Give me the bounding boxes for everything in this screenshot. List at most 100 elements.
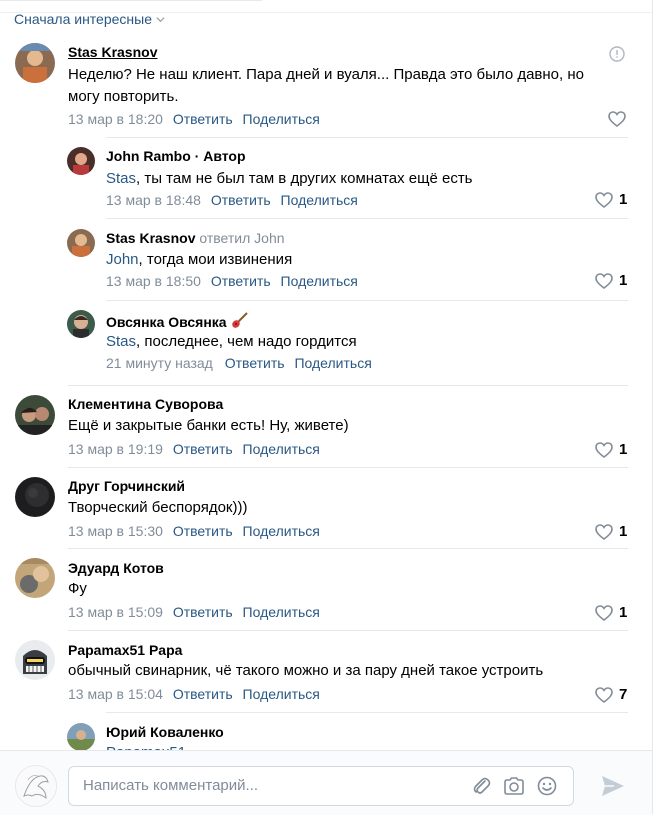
heart-icon — [608, 111, 626, 127]
like-button[interactable]: 1 — [595, 523, 627, 540]
like-button[interactable]: 1 — [595, 604, 627, 621]
avatar[interactable] — [67, 229, 95, 257]
comment-author[interactable]: Эдуард Котов — [68, 560, 164, 576]
comment-author[interactable]: Stas Krasnov — [68, 44, 157, 60]
avatar[interactable] — [15, 640, 55, 680]
heart-icon — [595, 523, 613, 540]
report-icon[interactable] — [609, 46, 625, 62]
comment-composer: Написать комментарий... — [0, 750, 652, 815]
reply-button[interactable]: Ответить — [173, 111, 233, 127]
comment-text: John, тогда мои извинения — [106, 251, 293, 268]
like-button[interactable]: 1 — [595, 272, 627, 289]
share-button[interactable]: Поделиться — [281, 273, 358, 289]
comment-author[interactable]: Друг Горчинский — [68, 478, 185, 494]
chevron-down-icon — [156, 16, 165, 22]
sort-dropdown[interactable]: Сначала интересные — [14, 11, 165, 27]
comment-time[interactable]: 21 минуту назад — [106, 355, 213, 371]
comment-time[interactable]: 13 мар в 15:09 — [68, 604, 163, 620]
share-button[interactable]: Поделиться — [294, 355, 371, 371]
emoji-icon[interactable] — [537, 776, 557, 796]
comment-author[interactable]: Овсянка Овсянка — [106, 311, 249, 330]
heart-icon — [595, 604, 613, 621]
reply-button[interactable]: Ответить — [173, 686, 233, 702]
heart-icon — [595, 191, 613, 208]
reply-button[interactable]: Ответить — [173, 604, 233, 620]
like-button[interactable]: 1 — [595, 191, 627, 208]
comment-meta: 13 мар в 18:50 Ответить Поделиться — [106, 273, 358, 289]
heart-icon — [595, 441, 613, 458]
comment-meta: 13 мар в 18:48 Ответить Поделиться — [106, 192, 358, 208]
avatar[interactable] — [67, 147, 95, 175]
panel-edge — [652, 0, 653, 814]
like-button[interactable] — [608, 111, 626, 127]
share-button[interactable]: Поделиться — [243, 686, 320, 702]
avatar[interactable] — [15, 395, 55, 435]
comment-author[interactable]: Stas Krasnov ответил John — [106, 230, 285, 246]
comment-author[interactable]: Юрий Коваленко — [106, 724, 224, 740]
mention-link[interactable]: Stas — [106, 170, 136, 187]
comment-divider — [68, 385, 628, 386]
comment-text: обычный свинарник, чё такого можно и за … — [68, 662, 544, 679]
reply-button[interactable]: Ответить — [173, 441, 233, 457]
share-button[interactable]: Поделиться — [281, 192, 358, 208]
reply-button[interactable]: Ответить — [211, 192, 271, 208]
like-count: 1 — [619, 272, 628, 289]
comment-time[interactable]: 13 мар в 18:20 — [68, 111, 163, 127]
avatar[interactable] — [15, 558, 55, 598]
comment-divider — [106, 712, 628, 713]
comment-divider — [106, 218, 628, 219]
comment-divider — [68, 630, 628, 631]
comment-divider — [68, 467, 628, 468]
comment-input[interactable]: Написать комментарий... — [68, 766, 574, 806]
comment-time[interactable]: 13 мар в 19:19 — [68, 441, 163, 457]
reply-button[interactable]: Ответить — [173, 523, 233, 539]
comment-text: Творческий беспорядок))) — [68, 499, 248, 516]
reply-button[interactable]: Ответить — [211, 273, 271, 289]
share-button[interactable]: Поделиться — [243, 111, 320, 127]
avatar[interactable] — [67, 310, 95, 338]
comment-time[interactable]: 13 мар в 15:04 — [68, 686, 163, 702]
top-divider — [0, 0, 262, 1]
like-count: 7 — [619, 686, 628, 703]
sort-label: Сначала интересные — [14, 11, 152, 27]
avatar[interactable] — [15, 43, 55, 83]
comment-meta: 13 мар в 15:04 Ответить Поделиться — [68, 686, 320, 702]
comment-time[interactable]: 13 мар в 18:48 — [106, 192, 201, 208]
share-button[interactable]: Поделиться — [243, 604, 320, 620]
reply-button[interactable]: Ответить — [225, 355, 285, 371]
comment-text: Stas, последнее, чем надо гордится — [106, 333, 357, 350]
camera-icon[interactable] — [503, 776, 525, 796]
like-count: 1 — [619, 191, 628, 208]
like-button[interactable]: 7 — [595, 686, 627, 703]
comment-author[interactable]: Клементина Суворова — [68, 396, 223, 412]
comment-text: Ещё и закрытые банки есть! Ну, живете) — [68, 417, 349, 434]
comment-author[interactable]: John Rambo · Автор — [106, 148, 246, 164]
share-button[interactable]: Поделиться — [243, 523, 320, 539]
like-count: 1 — [619, 604, 628, 621]
replied-to[interactable]: ответил John — [195, 230, 284, 246]
heart-icon — [595, 272, 613, 289]
comment-text: Stas, ты там не был там в других комната… — [106, 170, 473, 187]
comment-placeholder: Написать комментарий... — [83, 777, 259, 794]
mention-link[interactable]: Stas — [106, 333, 136, 350]
like-count: 1 — [619, 441, 628, 458]
heart-icon — [595, 686, 613, 703]
mention-link[interactable]: John — [106, 251, 139, 268]
comment-author[interactable]: Papamax51 Papa — [68, 642, 182, 658]
current-user-avatar[interactable] — [15, 765, 57, 807]
like-count: 1 — [619, 523, 628, 540]
comment-time[interactable]: 13 мар в 18:50 — [106, 273, 201, 289]
comment-text: Неделю? Не наш клиент. Пара дней и вуаля… — [68, 66, 584, 105]
like-button[interactable]: 1 — [595, 441, 627, 458]
share-button[interactable]: Поделиться — [243, 441, 320, 457]
comment-divider — [106, 137, 628, 138]
comment-meta: 21 минуту назад Ответить Поделиться — [106, 355, 372, 371]
comment-divider — [68, 548, 628, 549]
comment-meta: 13 мар в 15:09 Ответить Поделиться — [68, 604, 320, 620]
avatar[interactable] — [67, 723, 95, 751]
paperclip-icon[interactable] — [471, 775, 491, 797]
avatar[interactable] — [15, 477, 55, 517]
comment-text: Фу — [68, 580, 87, 597]
comment-time[interactable]: 13 мар в 15:30 — [68, 523, 163, 539]
send-icon[interactable] — [601, 775, 625, 797]
